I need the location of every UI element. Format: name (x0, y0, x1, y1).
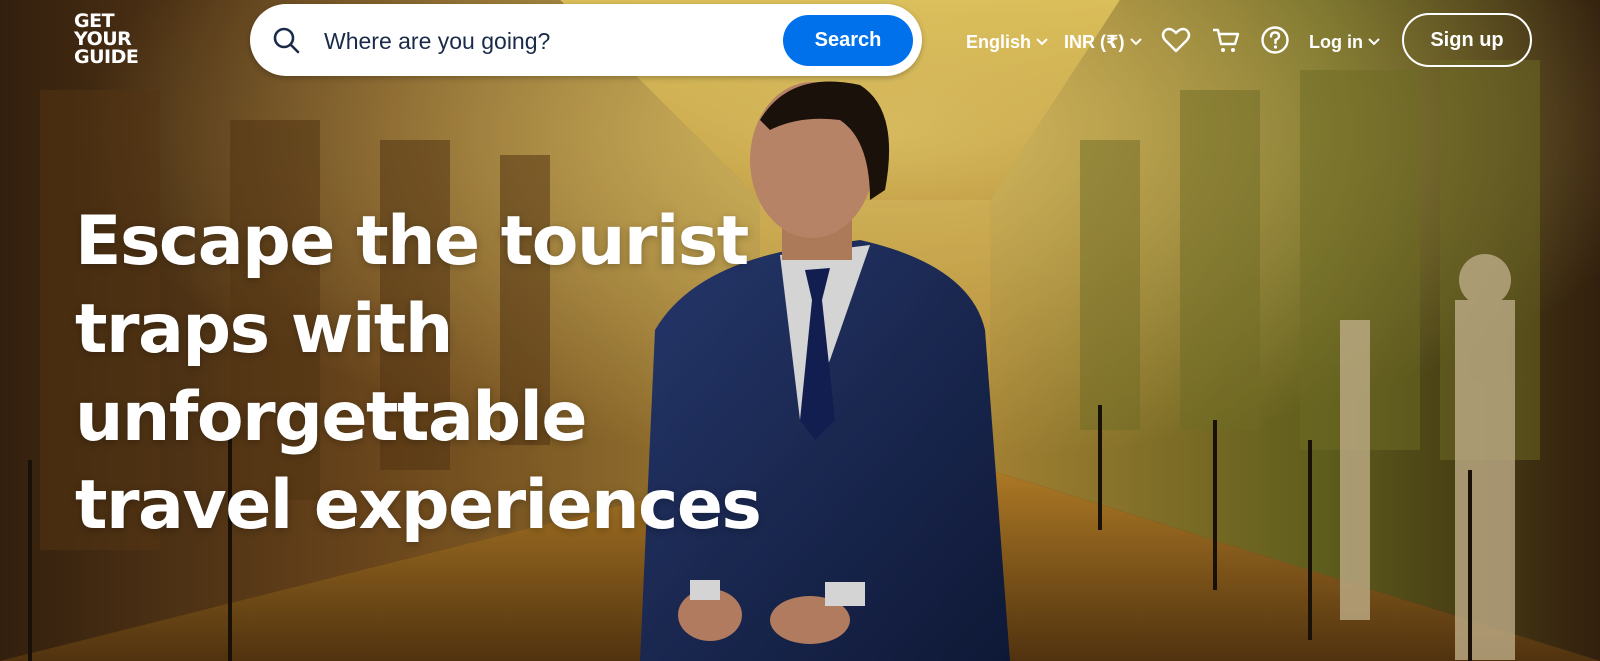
logo-line-3: GUIDE (74, 46, 139, 68)
language-selector[interactable]: English (966, 24, 1049, 60)
headline-line-1: Escape the tourist (75, 202, 749, 281)
currency-label: INR (₹) (1064, 31, 1125, 52)
login-menu[interactable]: Log in (1309, 24, 1381, 60)
search-bar: Search (250, 4, 922, 76)
headline-line-2: traps with (75, 290, 453, 369)
search-input[interactable] (322, 20, 766, 62)
getyourguide-logo[interactable]: GET YOUR GUIDE (74, 12, 154, 68)
language-label: English (966, 31, 1032, 52)
sign-up-button[interactable]: Sign up (1402, 13, 1532, 67)
headline-line-3: unforgettable (75, 378, 587, 457)
cart-icon[interactable] (1210, 24, 1242, 56)
chevron-down-icon (1036, 38, 1048, 46)
top-navigation-bar: GET YOUR GUIDE Search English INR (₹) (0, 0, 1600, 84)
search-button[interactable]: Search (783, 15, 913, 66)
wishlist-heart-icon[interactable] (1160, 24, 1192, 56)
login-label: Log in (1309, 31, 1363, 52)
help-icon[interactable] (1259, 24, 1291, 56)
currency-selector[interactable]: INR (₹) (1064, 24, 1143, 60)
hero-headline: Escape the tourist traps with unforgetta… (75, 198, 775, 550)
search-icon (273, 27, 300, 54)
chevron-down-icon (1129, 38, 1142, 46)
headline-line-4: travel experiences (75, 466, 762, 545)
chevron-down-icon (1368, 38, 1380, 46)
